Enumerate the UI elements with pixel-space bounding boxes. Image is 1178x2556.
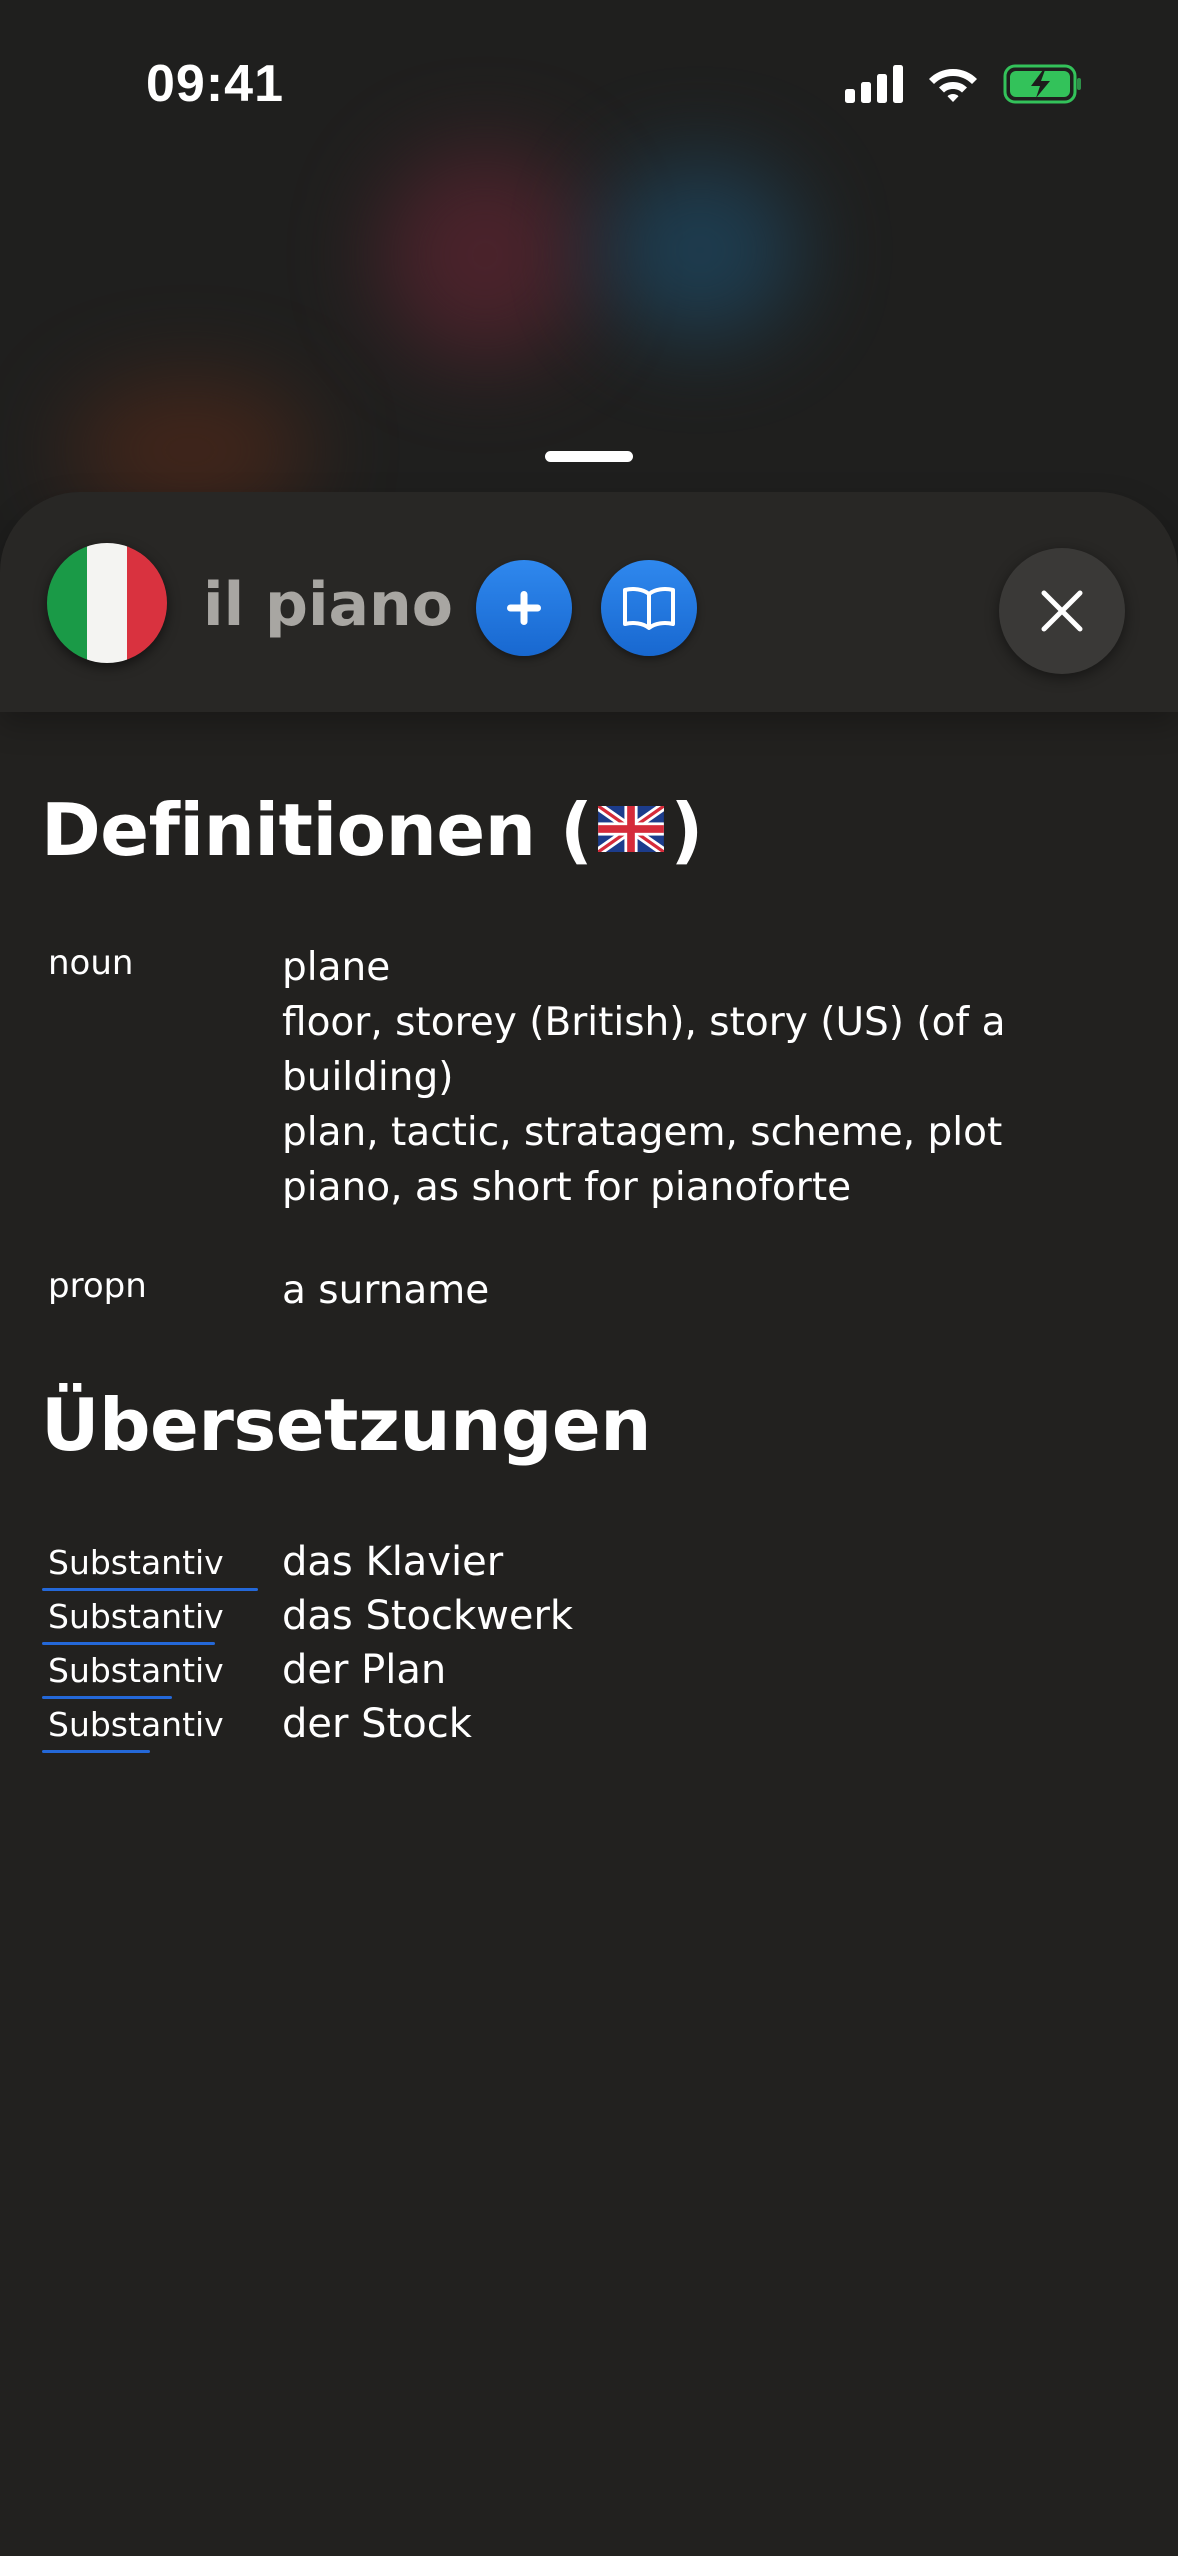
battery-charging-icon bbox=[1003, 64, 1081, 104]
translation-pos: Substantiv bbox=[48, 1651, 224, 1690]
close-icon bbox=[1041, 590, 1083, 632]
uk-flag-icon bbox=[598, 806, 665, 853]
definition-pos-label: noun bbox=[48, 943, 134, 983]
relevance-bar bbox=[42, 1696, 172, 1699]
close-button[interactable] bbox=[999, 548, 1125, 674]
relevance-bar bbox=[42, 1588, 258, 1591]
italy-flag-icon bbox=[47, 543, 167, 663]
definitions-heading-text: Definitionen ( bbox=[41, 788, 593, 872]
definitions-heading-suffix: ) bbox=[670, 788, 703, 872]
definition-line: floor, storey (British), story (US) (of … bbox=[282, 1000, 1006, 1045]
definition-entry-noun: plane floor, storey (British), story (US… bbox=[282, 940, 1082, 1215]
translation-row[interactable]: Substantiv der Stock bbox=[0, 1701, 1178, 1759]
status-time: 09:41 bbox=[146, 55, 284, 113]
definition-line: plane bbox=[282, 945, 391, 990]
word-title: il piano bbox=[203, 570, 453, 640]
definition-line: building) bbox=[282, 1055, 454, 1100]
sheet-header: il piano bbox=[0, 492, 1178, 712]
translation-word: das Stockwerk bbox=[282, 1593, 574, 1639]
signal-icon bbox=[845, 65, 903, 103]
translation-word: der Stock bbox=[282, 1701, 472, 1747]
translation-pos: Substantiv bbox=[48, 1543, 224, 1582]
translation-word: der Plan bbox=[282, 1647, 447, 1693]
translation-row[interactable]: Substantiv das Klavier bbox=[0, 1539, 1178, 1597]
add-word-button[interactable] bbox=[476, 560, 572, 656]
open-book-icon bbox=[623, 587, 675, 630]
dictionary-button[interactable] bbox=[601, 560, 697, 656]
plus-icon bbox=[507, 591, 541, 625]
relevance-bar bbox=[42, 1750, 150, 1753]
definition-entry-propn: a surname bbox=[282, 1263, 1082, 1318]
definitions-heading: Definitionen ( ) bbox=[41, 788, 703, 872]
background-blur-blue bbox=[600, 160, 800, 340]
translation-pos: Substantiv bbox=[48, 1705, 224, 1744]
translation-row[interactable]: Substantiv der Plan bbox=[0, 1647, 1178, 1705]
sheet-grabber[interactable] bbox=[545, 451, 633, 462]
relevance-bar bbox=[42, 1642, 215, 1645]
translation-row[interactable]: Substantiv das Stockwerk bbox=[0, 1593, 1178, 1651]
definition-line: plan, tactic, stratagem, scheme, plot bbox=[282, 1110, 1003, 1155]
status-bar: 09:41 bbox=[0, 0, 1178, 175]
background-blur-red bbox=[380, 150, 590, 360]
translation-pos: Substantiv bbox=[48, 1597, 224, 1636]
definition-line: a surname bbox=[282, 1268, 490, 1313]
wifi-icon bbox=[929, 69, 977, 102]
translation-word: das Klavier bbox=[282, 1539, 504, 1585]
definition-line: piano, as short for pianoforte bbox=[282, 1165, 852, 1210]
definition-pos-label: propn bbox=[48, 1266, 147, 1306]
translations-heading: Übersetzungen bbox=[41, 1383, 652, 1467]
status-icons bbox=[845, 64, 1083, 104]
